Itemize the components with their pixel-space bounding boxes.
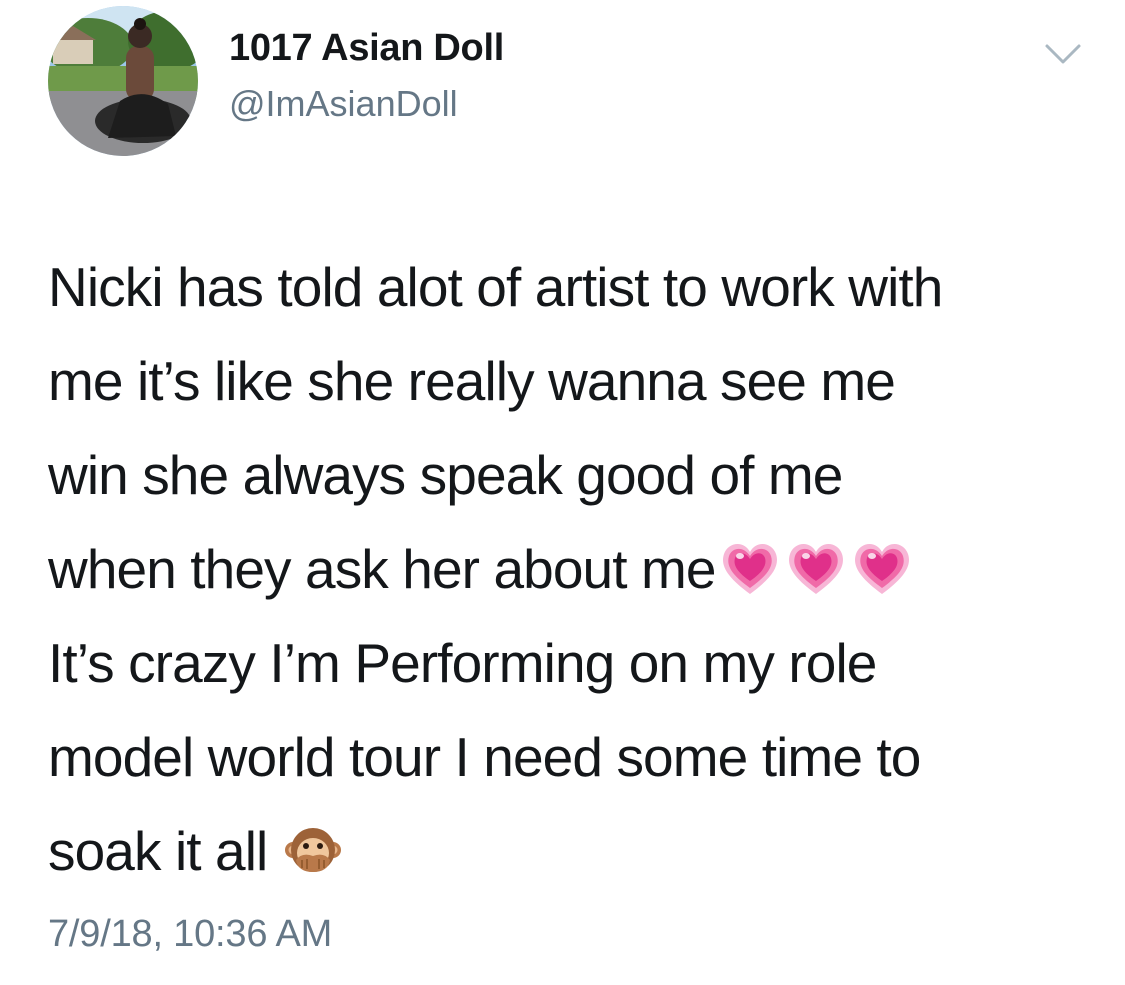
tweet-text-line-with-emoji: soak it all [48, 804, 1088, 898]
author-display-name[interactable]: 1017 Asian Doll [229, 27, 504, 69]
growing-heart-emoji-icon [718, 538, 782, 598]
tweet-menu-button[interactable] [1043, 40, 1083, 68]
chevron-down-icon [1045, 44, 1081, 64]
tweet-text-line: It’s crazy I’m Performing on my role [48, 632, 877, 694]
tweet-text-line: model world tour I need some time to [48, 726, 921, 788]
tweet-text-line: win she always speak good of me [48, 444, 843, 506]
tweet-text-line: when they ask her about me [48, 538, 716, 600]
speak-no-evil-monkey-emoji-icon [284, 822, 342, 880]
avatar[interactable] [48, 6, 198, 156]
tweet-text: Nicki has told alot of artist to work wi… [48, 240, 1088, 898]
tweet-text-line: Nicki has told alot of artist to work wi… [48, 256, 943, 318]
author-handle[interactable]: @ImAsianDoll [229, 84, 458, 124]
growing-heart-emoji-icon [784, 538, 848, 598]
tweet-timestamp[interactable]: 7/9/18, 10:36 AM [48, 912, 332, 956]
profile-photo-icon [48, 6, 198, 156]
tweet-text-line-with-emoji: when they ask her about me [48, 522, 1088, 616]
tweet-text-line: soak it all [48, 820, 268, 882]
growing-heart-emoji-icon [850, 538, 914, 598]
tweet-text-line: me it’s like she really wanna see me [48, 350, 896, 412]
tweet: 1017 Asian Doll @ImAsianDoll Nicki has t… [0, 0, 1125, 985]
